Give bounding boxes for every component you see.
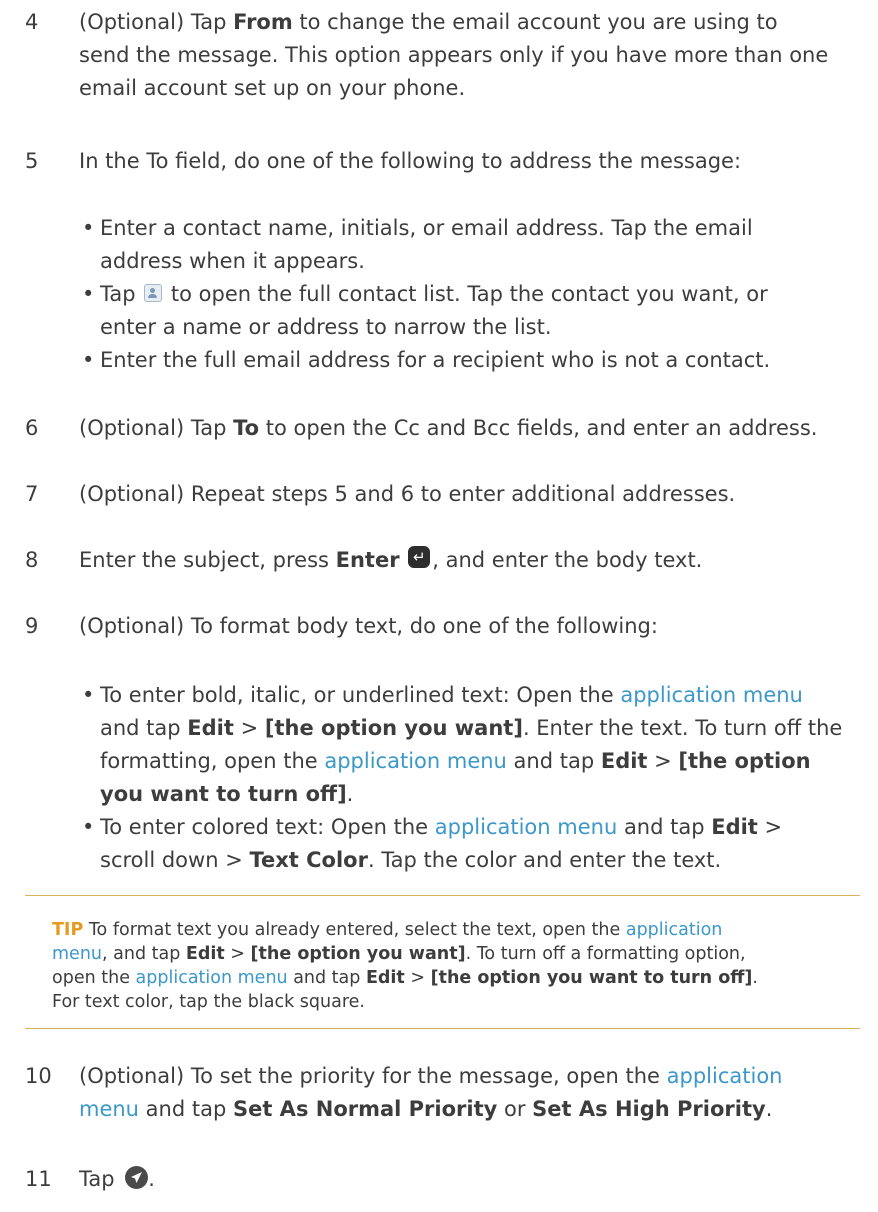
ui-term-option: [the option you want] bbox=[250, 944, 466, 964]
tip-label: TIP bbox=[52, 920, 84, 940]
ui-term-from: From bbox=[233, 10, 293, 34]
step-text: Tap . bbox=[79, 1163, 859, 1196]
application-menu-link[interactable]: application menu bbox=[620, 683, 803, 707]
text-line: enter a name or address to narrow the li… bbox=[100, 315, 552, 339]
text-run: (Optional) Tap bbox=[79, 416, 234, 440]
bullet-dot: • bbox=[82, 815, 95, 839]
text-run: (Optional) Tap bbox=[79, 10, 234, 34]
text-run: to open the Cc and Bcc fields, and enter… bbox=[259, 416, 818, 440]
application-menu-link[interactable]: application bbox=[667, 1064, 783, 1088]
text-run: To format text you already entered, sele… bbox=[83, 920, 626, 940]
text-run: Enter the subject, press bbox=[79, 548, 336, 572]
text-run: . Tap the color and enter the text. bbox=[367, 848, 722, 872]
text-run: open the bbox=[52, 968, 136, 988]
contact-card-icon bbox=[144, 284, 163, 302]
text-line: Enter the full email address for a recip… bbox=[100, 348, 771, 372]
text-run: and tap bbox=[100, 716, 188, 740]
step-number: 11 bbox=[25, 1167, 52, 1191]
application-menu-link[interactable]: menu bbox=[79, 1097, 139, 1121]
text-run: (Optional) To set the priority for the m… bbox=[79, 1064, 667, 1088]
text-run: to change the email account you are usin… bbox=[292, 10, 778, 34]
text-run: Tap bbox=[100, 282, 143, 306]
ui-term-to: To bbox=[233, 416, 260, 440]
text-run: > bbox=[757, 815, 783, 839]
text-run: . bbox=[752, 968, 758, 988]
application-menu-link[interactable]: application menu bbox=[324, 749, 507, 773]
step-text: Enter the subject, press Enter ↵, and en… bbox=[79, 544, 859, 577]
step-text: (Optional) Tap To to open the Cc and Bcc… bbox=[79, 412, 859, 445]
text-line: email account set up on your phone. bbox=[79, 76, 466, 100]
ui-term-edit: Edit bbox=[711, 815, 758, 839]
ui-term-text-color: Text Color bbox=[249, 848, 368, 872]
text-run: > bbox=[233, 716, 265, 740]
text-run: and tap bbox=[617, 815, 712, 839]
application-menu-link[interactable]: menu bbox=[52, 944, 102, 964]
step-text: (Optional) To format body text, do one o… bbox=[79, 614, 658, 638]
ui-term-edit: Edit bbox=[365, 968, 405, 988]
step-number: 6 bbox=[25, 416, 39, 440]
bullet-text: Enter the full email address for a recip… bbox=[100, 344, 850, 377]
application-menu-link[interactable]: application menu bbox=[435, 815, 618, 839]
text-run: . bbox=[148, 1167, 155, 1191]
text-run: or bbox=[497, 1097, 533, 1121]
ui-term-option: [the option bbox=[678, 749, 811, 773]
text-run: To enter bold, italic, or underlined tex… bbox=[100, 683, 621, 707]
text-run: . To turn off a formatting option, bbox=[465, 944, 746, 964]
step-number: 10 bbox=[25, 1064, 52, 1088]
bullet-text: Enter a contact name, initials, or email… bbox=[100, 212, 850, 278]
bullet-text: To enter colored text: Open the applicat… bbox=[100, 811, 850, 877]
text-run: and tap bbox=[506, 749, 601, 773]
application-menu-link[interactable]: application bbox=[626, 920, 723, 940]
step-number: 9 bbox=[25, 614, 39, 638]
text-run: > bbox=[647, 749, 679, 773]
text-run: formatting, open the bbox=[100, 749, 325, 773]
ui-term-option: [the option you want] bbox=[264, 716, 523, 740]
ui-term-option: you want to turn off] bbox=[100, 782, 347, 806]
text-run: Tap bbox=[79, 1167, 122, 1191]
ui-term-edit: Edit bbox=[187, 716, 234, 740]
text-run: and tap bbox=[287, 968, 366, 988]
ui-term-edit: Edit bbox=[600, 749, 648, 773]
ui-term-normal-priority: Set As Normal Priority bbox=[232, 1097, 498, 1121]
text-run: , and enter the body text. bbox=[432, 548, 703, 572]
step-number: 8 bbox=[25, 548, 39, 572]
step-text: In the To field, do one of the following… bbox=[79, 149, 742, 173]
text-run: . Enter the text. To turn off the bbox=[522, 716, 843, 740]
bullet-dot: • bbox=[82, 216, 95, 240]
bullet-dot: • bbox=[82, 348, 95, 372]
enter-key-icon: ↵ bbox=[408, 546, 431, 568]
text-run: , and tap bbox=[102, 944, 186, 964]
text-run: To enter colored text: Open the bbox=[100, 815, 435, 839]
step-text: (Optional) To set the priority for the m… bbox=[79, 1060, 859, 1126]
bullet-dot: • bbox=[82, 683, 95, 707]
step-text: (Optional) Tap From to change the email … bbox=[79, 6, 859, 105]
text-run: to open the full contact list. Tap the c… bbox=[164, 282, 768, 306]
text-run: > bbox=[404, 968, 431, 988]
text-run: and tap bbox=[139, 1097, 233, 1121]
divider-bottom bbox=[25, 1028, 860, 1029]
bullet-text: To enter bold, italic, or underlined tex… bbox=[100, 679, 850, 811]
text-line: send the message. This option appears on… bbox=[79, 43, 829, 67]
step-text: (Optional) Repeat steps 5 and 6 to enter… bbox=[79, 482, 736, 506]
ui-term-edit: Edit bbox=[185, 944, 225, 964]
ui-term-option: [the option you want to turn off] bbox=[430, 968, 753, 988]
send-icon bbox=[125, 1165, 149, 1189]
text-run: scroll down > bbox=[100, 848, 250, 872]
divider-top bbox=[25, 895, 860, 896]
text-line: Enter a contact name, initials, or email… bbox=[100, 216, 753, 240]
bullet-dot: • bbox=[82, 282, 95, 306]
step-number: 4 bbox=[25, 10, 39, 34]
bullet-text: Tap to open the full contact list. Tap t… bbox=[100, 278, 850, 344]
step-number: 7 bbox=[25, 482, 39, 506]
text-run: . bbox=[765, 1097, 773, 1121]
step-number: 5 bbox=[25, 149, 39, 173]
application-menu-link[interactable]: application menu bbox=[136, 968, 288, 988]
ui-term-enter: Enter bbox=[335, 548, 400, 572]
text-line: For text color, tap the black square. bbox=[52, 992, 365, 1012]
text-run: . bbox=[346, 782, 354, 806]
tip-box: TIP To format text you already entered, … bbox=[52, 918, 822, 1014]
text-run: > bbox=[224, 944, 251, 964]
ui-term-high-priority: Set As High Priority bbox=[532, 1097, 766, 1121]
text-line: address when it appears. bbox=[100, 249, 365, 273]
